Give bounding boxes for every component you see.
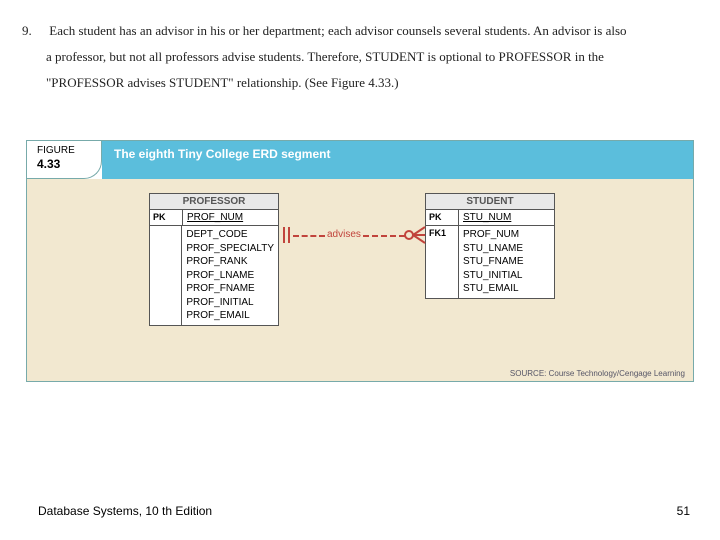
entity-professor-title: PROFESSOR [150, 194, 278, 210]
figure-title: The eighth Tiny College ERD segment [102, 141, 693, 179]
figure-number: 4.33 [37, 157, 60, 171]
question-line3: "PROFESSOR advises STUDENT" relationship… [46, 70, 399, 96]
entity-professor: PROFESSOR PK PROF_NUM DEPT_CODE PROF_SPE… [149, 193, 279, 326]
relationship-label: advises [327, 229, 361, 240]
question-number: 9. [22, 18, 46, 44]
student-pk-label: PK [426, 210, 459, 225]
professor-pk-field: PROF_NUM [183, 210, 278, 225]
entity-student-title: STUDENT [426, 194, 554, 210]
erd-canvas: PROFESSOR PK PROF_NUM DEPT_CODE PROF_SPE… [27, 179, 693, 381]
student-pk-field: STU_NUM [459, 210, 554, 225]
question-text: 9. Each student has an advisor in his or… [0, 0, 720, 96]
question-line2: a professor, but not all professors advi… [46, 44, 604, 70]
entity-student: STUDENT PK STU_NUM FK1 PROF_NUM STU_LNAM… [425, 193, 555, 299]
page-footer: Database Systems, 10 th Edition 51 [38, 504, 690, 518]
one-optional-icon [278, 225, 296, 245]
many-optional-icon [403, 225, 427, 245]
figure-label: FIGURE 4.33 [27, 141, 102, 179]
student-fk-label: FK1 [426, 226, 459, 298]
figure-label-word: FIGURE [37, 145, 75, 156]
figure-source: SOURCE: Course Technology/Cengage Learni… [510, 369, 685, 378]
student-attrs: PROF_NUM STU_LNAME STU_FNAME STU_INITIAL… [459, 226, 554, 298]
relationship-line-right [363, 235, 405, 237]
professor-attrs: DEPT_CODE PROF_SPECIALTY PROF_RANK PROF_… [182, 226, 278, 325]
relationship-line-left [293, 235, 325, 237]
figure-container: FIGURE 4.33 The eighth Tiny College ERD … [26, 140, 694, 382]
question-line1: Each student has an advisor in his or he… [49, 23, 626, 38]
footer-left: Database Systems, 10 th Edition [38, 504, 212, 518]
page-number: 51 [677, 504, 690, 518]
professor-pk-label: PK [150, 210, 183, 225]
